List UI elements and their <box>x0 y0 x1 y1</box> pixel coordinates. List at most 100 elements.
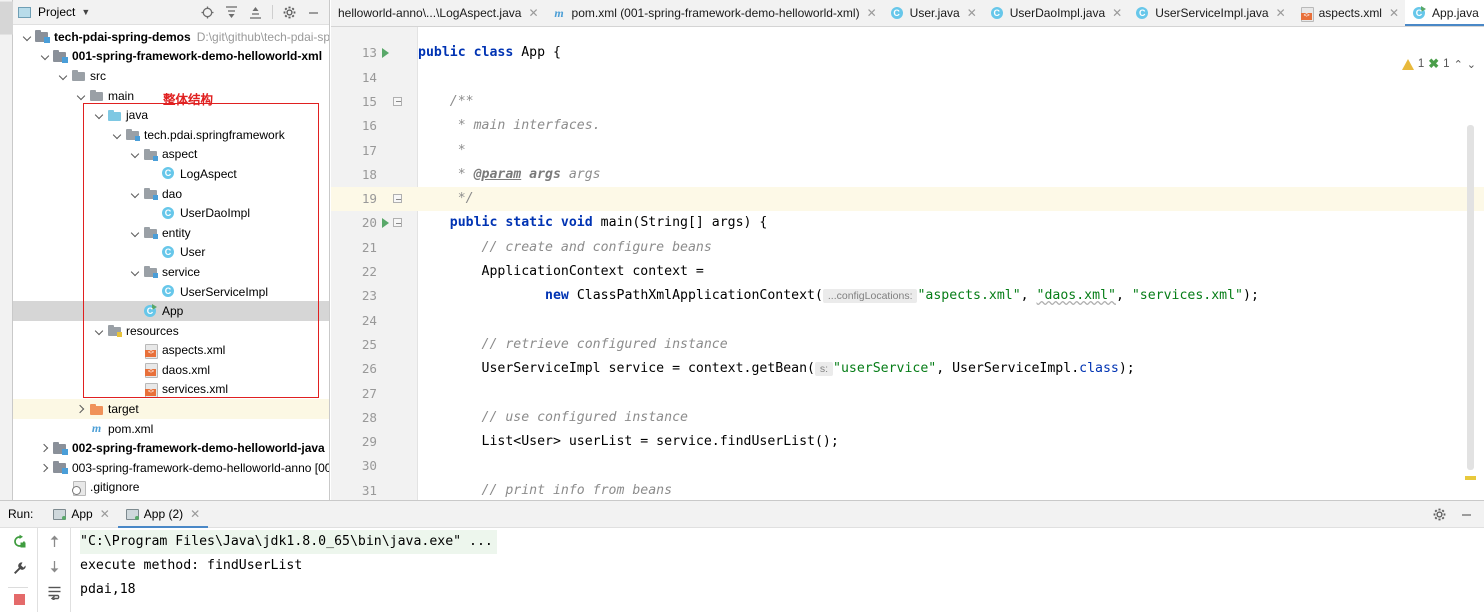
minimize-icon[interactable] <box>306 5 321 20</box>
chevron-right-icon[interactable] <box>39 462 51 474</box>
tree-node-logaspect[interactable]: C LogAspect <box>13 164 329 184</box>
tree-node-aspects-xml[interactable]: aspects.xml <box>13 341 329 361</box>
chevron-down-icon[interactable] <box>129 148 141 160</box>
editor-tab-user-java[interactable]: C User.java ✕ <box>883 0 983 26</box>
tree-node-tech-pdai-spring-demos[interactable]: tech-pdai-spring-demos D:\git\github\tech… <box>13 27 329 47</box>
chevron-down-icon[interactable] <box>129 188 141 200</box>
line-number: 19 <box>361 191 377 207</box>
tree-node-entity[interactable]: entity <box>13 223 329 243</box>
stop-icon[interactable] <box>14 594 25 605</box>
chevron-down-icon[interactable] <box>39 50 51 62</box>
tree-node-service[interactable]: service <box>13 262 329 282</box>
tree-node-userserviceimpl[interactable]: C UserServiceImpl <box>13 282 329 302</box>
inspection-widget[interactable]: 1 ✖ 1 ⌃ ⌄ <box>1401 56 1476 72</box>
code-token: * <box>418 166 474 182</box>
gear-icon[interactable] <box>1432 507 1447 522</box>
code-editor[interactable]: public class App { /** * main interfaces… <box>331 27 1484 500</box>
close-icon[interactable]: ✕ <box>190 507 200 521</box>
editor-tab-aspects-xml[interactable]: aspects.xml ✕ <box>1292 0 1405 26</box>
chevron-right-icon[interactable] <box>39 442 51 454</box>
tree-node-001-spring-framework-demo-helloworld-xml[interactable]: 001-spring-framework-demo-helloworld-xml <box>13 47 329 67</box>
tree-node-002-spring-framework-demo-helloworld-java[interactable]: 002-spring-framework-demo-helloworld-jav… <box>13 438 329 458</box>
chevron-down-icon[interactable]: ▼ <box>81 7 90 17</box>
tree-node-label: src <box>90 68 106 83</box>
tree-node-app[interactable]: C App <box>13 301 329 321</box>
wrench-icon[interactable] <box>12 561 27 579</box>
editor-warning-marker[interactable] <box>1465 476 1476 480</box>
tree-node-target[interactable]: target <box>13 399 329 419</box>
tree-node-gitignore[interactable]: .gitignore <box>13 478 329 498</box>
rerun-icon[interactable] <box>12 534 27 552</box>
arrow-up-icon[interactable] <box>47 534 62 552</box>
soft-wrap-icon[interactable] <box>47 585 62 603</box>
tree-node-path: D:\git\github\tech-pdai-sp <box>196 29 330 44</box>
tree-node-resources[interactable]: resources <box>13 321 329 341</box>
console-line: "C:\Program Files\Java\jdk1.8.0_65\bin\j… <box>80 530 497 554</box>
tree-node-dao[interactable]: dao <box>13 184 329 204</box>
minimize-icon[interactable] <box>1459 507 1474 522</box>
expand-all-icon[interactable] <box>224 5 239 20</box>
xml-file-icon <box>1299 6 1314 22</box>
close-icon[interactable]: ✕ <box>867 6 877 20</box>
xml-file-icon <box>143 362 158 379</box>
close-icon[interactable]: ✕ <box>967 6 977 20</box>
next-problem-icon[interactable]: ⌄ <box>1467 58 1476 71</box>
close-icon[interactable]: ✕ <box>100 507 110 521</box>
editor-tab-pom-xml-001-spring-framework-demo-helloworld-xml[interactable]: m pom.xml (001-spring-framework-demo-hell… <box>545 0 883 26</box>
editor-tab-userserviceimpl-java[interactable]: C UserServiceImpl.java ✕ <box>1128 0 1291 26</box>
chevron-down-icon[interactable] <box>129 227 141 239</box>
prev-problem-icon[interactable]: ⌃ <box>1454 58 1463 71</box>
tree-node-java[interactable]: java <box>13 105 329 125</box>
tree-node-userdaoimpl[interactable]: C UserDaoImpl <box>13 203 329 223</box>
project-tool-window: Project ▼ tech-pdai-spring-demos D:\git\… <box>13 0 330 500</box>
tree-node-aspect[interactable]: aspect <box>13 145 329 165</box>
collapse-all-icon[interactable] <box>248 5 263 20</box>
run-tab-app[interactable]: App ✕ <box>45 501 117 528</box>
close-icon[interactable]: ✕ <box>1389 6 1399 20</box>
tree-node-label: java <box>126 108 149 123</box>
tree-node-src[interactable]: src <box>13 66 329 86</box>
editor-tab-helloworld-anno-logaspect-java[interactable]: helloworld-anno\...\LogAspect.java ✕ <box>331 0 545 26</box>
editor-vertical-scrollbar[interactable] <box>1467 125 1474 470</box>
code-token: * main interfaces. <box>418 118 601 134</box>
chevron-down-icon[interactable] <box>129 266 141 278</box>
code-fold-icon[interactable] <box>393 96 402 106</box>
editor-tab-bar[interactable]: helloworld-anno\...\LogAspect.java ✕ m pom.… <box>331 0 1484 27</box>
run-console-output[interactable]: "C:\Program Files\Java\jdk1.8.0_65\bin\j… <box>72 528 1484 612</box>
editor-tab-label: UserDaoImpl.java <box>1009 6 1106 20</box>
run-tab-app-2[interactable]: App (2) ✕ <box>117 501 209 528</box>
java-runnable-class-icon: C <box>1412 5 1427 21</box>
line-number: 22 <box>361 264 377 279</box>
chevron-down-icon[interactable] <box>75 90 87 102</box>
close-icon[interactable]: ✕ <box>1112 6 1122 20</box>
code-fold-icon[interactable] <box>393 194 402 204</box>
tree-node-003-spring-framework-demo-helloworld-anno-00[interactable]: 003-spring-framework-demo-helloworld-ann… <box>13 458 329 478</box>
close-icon[interactable]: ✕ <box>528 6 538 20</box>
chevron-down-icon[interactable] <box>93 109 105 121</box>
chevron-down-icon[interactable] <box>21 31 33 43</box>
run-tool-window: Run: App ✕ App (2) ✕ "C:\Program Files\J… <box>0 500 1484 612</box>
arrow-down-icon[interactable] <box>47 559 62 577</box>
tree-node-pom-xml[interactable]: m pom.xml <box>13 419 329 439</box>
line-number: 23 <box>361 288 377 304</box>
chevron-down-icon[interactable] <box>57 70 69 82</box>
java-class-icon: C <box>890 6 905 21</box>
locate-icon[interactable] <box>200 5 215 20</box>
tree-node-daos-xml[interactable]: daos.xml <box>13 360 329 380</box>
run-gutter-icon[interactable] <box>382 48 389 59</box>
gear-icon[interactable] <box>282 5 297 20</box>
code-line: * <box>418 139 466 163</box>
tree-node-tech-pdai-springframework[interactable]: tech.pdai.springframework <box>13 125 329 145</box>
tree-node-user[interactable]: C User <box>13 243 329 263</box>
editor-tab-app-java[interactable]: CApp.java✕ <box>1405 0 1484 26</box>
editor-tab-userdaoimpl-java[interactable]: C UserDaoImpl.java ✕ <box>983 0 1128 26</box>
editor-tab-label: App.java <box>1432 6 1479 20</box>
chevron-down-icon[interactable] <box>111 129 123 141</box>
close-icon[interactable]: ✕ <box>1276 6 1286 20</box>
chevron-down-icon[interactable] <box>93 325 105 337</box>
run-gutter-icon[interactable] <box>382 218 389 229</box>
chevron-right-icon[interactable] <box>75 403 87 415</box>
editor-code-area[interactable]: public class App { /** * main interfaces… <box>418 27 1484 500</box>
code-fold-icon[interactable] <box>393 218 402 228</box>
tree-node-services-xml[interactable]: services.xml <box>13 380 329 400</box>
